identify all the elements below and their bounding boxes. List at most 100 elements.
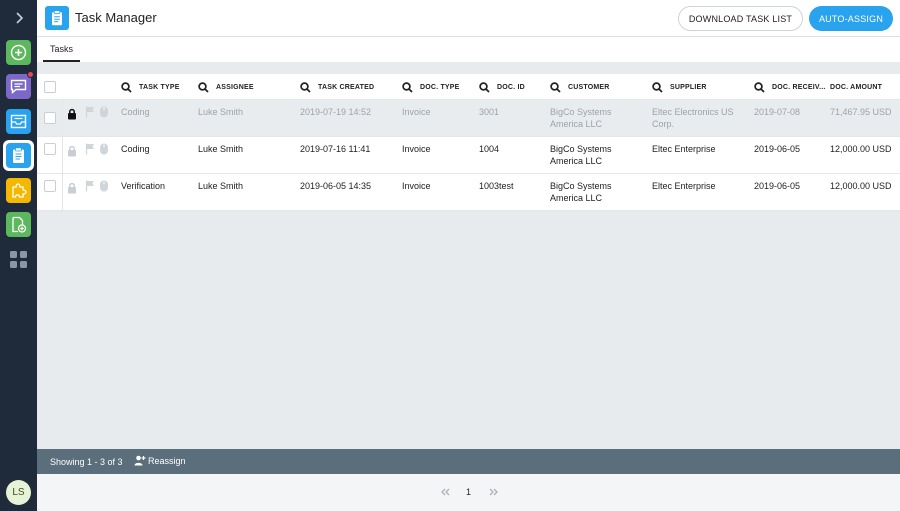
column-header-task-created[interactable]: TASK CREATED [300, 74, 374, 100]
column-header-doc-type[interactable]: DOC. TYPE [402, 74, 460, 100]
column-label: DOC. ID [497, 83, 525, 91]
sidebar: LS [0, 0, 37, 511]
task-type-cell: Coding [121, 144, 150, 154]
search-icon [198, 81, 209, 93]
page-title: Task Manager [75, 10, 157, 25]
divider [62, 137, 63, 173]
column-label: TASK CREATED [318, 83, 375, 91]
column-header-doc-received[interactable]: DOC. RECEIV... [754, 74, 826, 100]
clipboard-icon [52, 10, 62, 26]
doc-id-cell: 1004 [479, 144, 500, 154]
reassign-label: Reassign [148, 455, 186, 466]
previous-page-icon[interactable] [440, 488, 450, 496]
customer-cell: BigCo Systems America LLC [550, 144, 612, 166]
table-row[interactable]: Verification Luke Smith 2019-06-05 14:35… [37, 174, 900, 211]
app-header: Task Manager DOWNLOAD TASK LIST AUTO-ASS… [37, 0, 900, 37]
column-header-doc-id[interactable]: DOC. ID [479, 74, 525, 100]
tab-tasks[interactable]: Tasks [43, 37, 81, 62]
sidebar-item-new-document[interactable] [6, 212, 31, 237]
inbox-icon [10, 114, 27, 129]
plus-circle-icon [10, 44, 27, 61]
column-header-customer[interactable]: CUSTOMER [550, 74, 610, 100]
assignee-cell: Luke Smith [198, 107, 244, 117]
search-icon [402, 81, 413, 93]
sidebar-item-inbox[interactable] [6, 109, 31, 134]
column-header-assignee[interactable]: ASSIGNEE [198, 74, 254, 100]
reassign-button[interactable]: Reassign [134, 455, 186, 466]
column-label: TASK TYPE [139, 83, 180, 91]
sidebar-item-plugins[interactable] [6, 178, 31, 203]
supplier-cell: Eltec Enterprise [652, 181, 716, 191]
next-page-icon[interactable] [489, 488, 499, 496]
column-label: DOC. AMOUNT [830, 83, 883, 91]
flag-icon[interactable] [85, 180, 95, 192]
flag-icon[interactable] [85, 106, 95, 118]
puzzle-icon [12, 183, 27, 198]
unlock-icon[interactable] [67, 145, 77, 157]
user-reassign-icon [134, 455, 146, 466]
row-checkbox[interactable] [44, 112, 56, 124]
mouse-icon[interactable] [99, 106, 109, 118]
column-label: CUSTOMER [568, 83, 610, 91]
table-row[interactable]: Coding Luke Smith 2019-07-16 11:41 Invoi… [37, 137, 900, 174]
doc-amount-cell: 71,467.95 USD [830, 107, 892, 117]
pagination: 1 [37, 474, 900, 511]
column-header-task-type[interactable]: TASK TYPE [121, 74, 180, 100]
task-type-cell: Verification [121, 181, 166, 191]
sidebar-item-task-manager[interactable] [3, 140, 34, 171]
row-checkbox[interactable] [44, 143, 56, 155]
table-row[interactable]: Coding Luke Smith 2019-07-19 14:52 Invoi… [37, 100, 900, 137]
expand-sidebar-button[interactable] [0, 6, 37, 30]
column-label: DOC. TYPE [420, 83, 460, 91]
doc-amount-cell: 12,000.00 USD [830, 144, 892, 154]
sidebar-item-add[interactable] [6, 40, 31, 65]
column-label: DOC. RECEIV... [772, 83, 826, 91]
column-header-doc-amount[interactable]: DOC. AMOUNT [830, 74, 882, 100]
sidebar-item-apps[interactable] [6, 247, 31, 272]
chevron-right-icon [15, 12, 23, 24]
mouse-icon[interactable] [99, 143, 109, 155]
app-icon [45, 6, 69, 30]
tab-bar: Tasks [37, 37, 900, 62]
lock-icon[interactable] [67, 108, 77, 120]
clipboard-icon [13, 147, 24, 163]
page-number[interactable]: 1 [466, 487, 471, 497]
doc-amount-cell: 12,000.00 USD [830, 181, 892, 191]
divider [62, 174, 63, 210]
doc-type-cell: Invoice [402, 181, 431, 191]
unlock-icon[interactable] [67, 182, 77, 194]
assignee-cell: Luke Smith [198, 144, 244, 154]
search-icon [754, 81, 765, 93]
search-icon [121, 81, 132, 93]
doc-type-cell: Invoice [402, 107, 431, 117]
column-header-supplier[interactable]: SUPPLIER [652, 74, 707, 100]
grid-icon [10, 251, 27, 268]
auto-assign-button[interactable]: AUTO-ASSIGN [809, 6, 893, 31]
doc-id-cell: 1003test [479, 181, 514, 191]
chat-icon [10, 79, 27, 94]
task-type-cell: Coding [121, 107, 150, 117]
supplier-cell: Eltec Electronics US Corp. [652, 107, 734, 129]
assignee-cell: Luke Smith [198, 181, 244, 191]
flag-icon[interactable] [85, 143, 95, 155]
sidebar-item-messages[interactable] [6, 71, 34, 99]
divider [62, 100, 63, 136]
tasks-table: TASK TYPE ASSIGNEE TASK CREATED DOC. TYP… [37, 74, 900, 211]
user-avatar[interactable]: LS [6, 480, 31, 505]
table-header: TASK TYPE ASSIGNEE TASK CREATED DOC. TYP… [37, 74, 900, 100]
column-label: ASSIGNEE [216, 83, 254, 91]
row-checkbox[interactable] [44, 180, 56, 192]
search-icon [652, 81, 663, 93]
search-icon [550, 81, 561, 93]
task-created-cell: 2019-06-05 14:35 [300, 181, 372, 191]
customer-cell: BigCo Systems America LLC [550, 107, 612, 129]
mouse-icon[interactable] [99, 180, 109, 192]
doc-received-cell: 2019-06-05 [754, 144, 801, 154]
customer-cell: BigCo Systems America LLC [550, 181, 612, 203]
select-all-checkbox[interactable] [44, 81, 56, 93]
notification-badge [27, 71, 34, 78]
document-add-icon [12, 216, 27, 233]
download-task-list-button[interactable]: DOWNLOAD TASK LIST [678, 6, 803, 31]
column-label: SUPPLIER [670, 83, 707, 91]
task-created-cell: 2019-07-19 14:52 [300, 107, 372, 117]
